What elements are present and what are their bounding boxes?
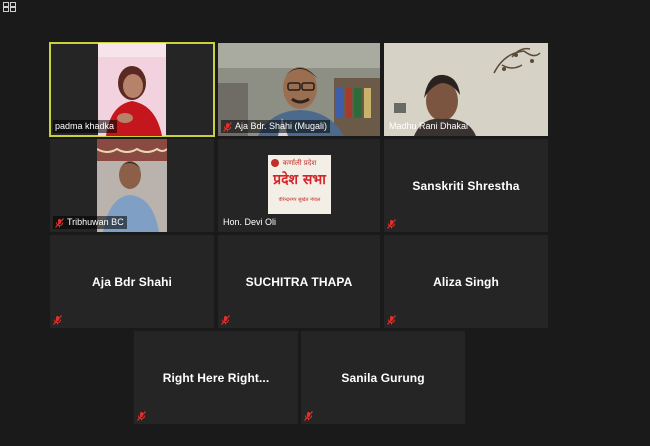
muted-mic-icon bbox=[53, 315, 62, 325]
banner-line-1: कर्णाली प्रदेश bbox=[282, 159, 317, 167]
participant-tile-right-here-right[interactable]: Right Here Right... bbox=[134, 331, 298, 424]
participant-tile-aliza-singh[interactable]: Aliza Singh bbox=[384, 235, 548, 328]
muted-mic-icon bbox=[304, 411, 313, 421]
participant-tile-hon-devi-oli[interactable]: कर्णाली प्रदेश प्रदेश सभा वीरेन्द्रनगर स… bbox=[218, 139, 380, 232]
participant-tile-aja-bdr-shahi-mugali[interactable]: Aja Bdr. Shahi (Mugali) bbox=[218, 43, 380, 136]
participant-name: Tribhuwan BC bbox=[67, 217, 124, 227]
participant-name-label: padma khadka bbox=[53, 120, 118, 133]
participant-display-name: SUCHITRA THAPA bbox=[245, 274, 353, 289]
participant-tile-sanskriti-shrestha[interactable]: Sanskriti Shrestha bbox=[384, 139, 548, 232]
participant-display-name: Aliza Singh bbox=[433, 274, 499, 289]
participant-display-name: Sanila Gurung bbox=[341, 370, 425, 385]
participant-tile-madhu-rani-dhakal[interactable]: Madhu Rani Dhakal bbox=[384, 43, 548, 136]
participant-tile-tribhuwan-bc[interactable]: Tribhuwan BC bbox=[50, 139, 214, 232]
participant-tile-aja-bdr-shahi[interactable]: Aja Bdr Shahi bbox=[50, 235, 214, 328]
participant-name: Madhu Rani Dhakal bbox=[389, 121, 469, 131]
participant-name-label: Madhu Rani Dhakal bbox=[387, 120, 471, 133]
participant-tile-suchitra-thapa[interactable]: SUCHITRA THAPA bbox=[218, 235, 380, 328]
participant-video: कर्णाली प्रदेश प्रदेश सभा वीरेन्द्रनगर स… bbox=[268, 155, 331, 214]
banner-line-3: वीरेन्द्रनगर सुर्खेत नेपाल bbox=[278, 197, 321, 203]
muted-mic-icon bbox=[221, 315, 230, 325]
participant-name: padma khadka bbox=[55, 121, 115, 131]
participant-name: Hon. Devi Oli bbox=[223, 217, 277, 227]
participant-name: Aja Bdr. Shahi (Mugali) bbox=[235, 121, 328, 131]
participant-tile-sanila-gurung[interactable]: Sanila Gurung bbox=[301, 331, 465, 424]
muted-mic-icon bbox=[55, 217, 64, 228]
muted-mic-icon bbox=[223, 121, 232, 132]
participant-name-label: Aja Bdr. Shahi (Mugali) bbox=[221, 120, 331, 133]
participant-tile-padma-khadka[interactable]: padma khadka bbox=[49, 42, 215, 137]
muted-mic-icon bbox=[387, 219, 396, 229]
participant-display-name: Aja Bdr Shahi bbox=[92, 274, 172, 289]
participant-display-name: Right Here Right... bbox=[162, 370, 270, 385]
participant-name-label: Tribhuwan BC bbox=[53, 216, 127, 229]
muted-mic-icon bbox=[137, 411, 146, 421]
participant-name-label: Hon. Devi Oli bbox=[221, 216, 279, 229]
zoom-grid-icon[interactable] bbox=[3, 2, 16, 12]
participant-display-name: Sanskriti Shrestha bbox=[412, 178, 520, 193]
muted-mic-icon bbox=[387, 315, 396, 325]
banner-line-2: प्रदेश सभा bbox=[273, 172, 326, 188]
